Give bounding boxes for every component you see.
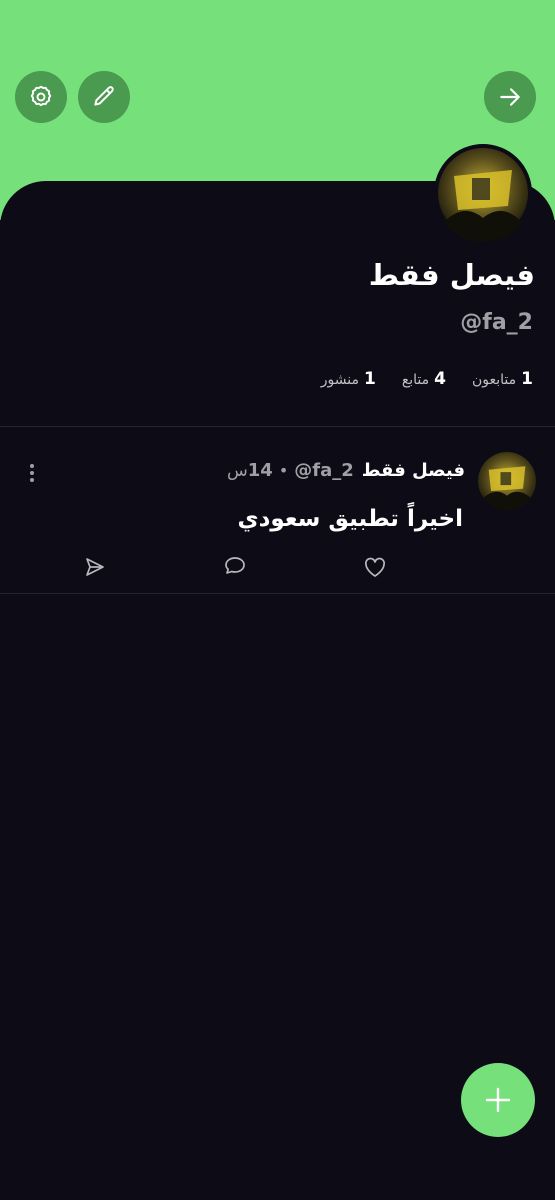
share-button[interactable]: [81, 553, 109, 581]
stat-label: منشور: [320, 372, 359, 388]
edit-profile-button[interactable]: [78, 71, 130, 123]
more-vertical-icon: [30, 464, 34, 482]
post-author[interactable]: فيصل فقط: [362, 460, 465, 481]
stat-label: متابعون: [472, 372, 517, 388]
post-time-unit: س: [227, 461, 248, 481]
like-button[interactable]: [361, 553, 389, 581]
meta-separator: •: [278, 461, 289, 480]
comment-button[interactable]: [221, 552, 249, 580]
plus-icon: [485, 1087, 511, 1113]
post-text: اخيراً تطبيق سعودي: [237, 506, 463, 532]
send-icon: [86, 558, 104, 576]
stat-followers[interactable]: 1 متابعون: [472, 369, 533, 389]
profile-avatar[interactable]: [434, 144, 532, 242]
divider: [0, 426, 555, 427]
post-time: 14: [247, 460, 273, 481]
gear-icon: [30, 85, 52, 107]
divider: [0, 593, 555, 594]
profile-name: فيصل فقط: [368, 258, 535, 292]
pencil-icon: [94, 86, 114, 106]
arrow-right-icon: [500, 88, 520, 106]
comment-icon: [225, 557, 245, 574]
post-handle[interactable]: @fa_2: [294, 460, 354, 481]
post-menu-button[interactable]: [22, 460, 42, 486]
stat-count: 1: [363, 369, 376, 389]
profile-stats: 1 متابعون 4 متابع 1 منشور: [321, 369, 533, 389]
stat-following[interactable]: 4 متابع: [402, 369, 446, 389]
stat-label: متابع: [401, 372, 430, 388]
back-button[interactable]: [484, 71, 536, 123]
stat-count: 4: [434, 369, 446, 389]
post-meta: فيصل فقط @fa_2 • 14 س: [227, 460, 465, 481]
avatar-image: [478, 452, 536, 510]
avatar-image: [434, 144, 532, 242]
stat-posts[interactable]: 1 منشور: [321, 369, 376, 389]
heart-icon: [365, 557, 385, 577]
settings-button[interactable]: [15, 71, 67, 123]
stat-count: 1: [521, 369, 533, 389]
profile-handle: @fa_2: [460, 310, 533, 335]
new-post-button[interactable]: [461, 1063, 535, 1137]
post-avatar[interactable]: [478, 452, 536, 510]
